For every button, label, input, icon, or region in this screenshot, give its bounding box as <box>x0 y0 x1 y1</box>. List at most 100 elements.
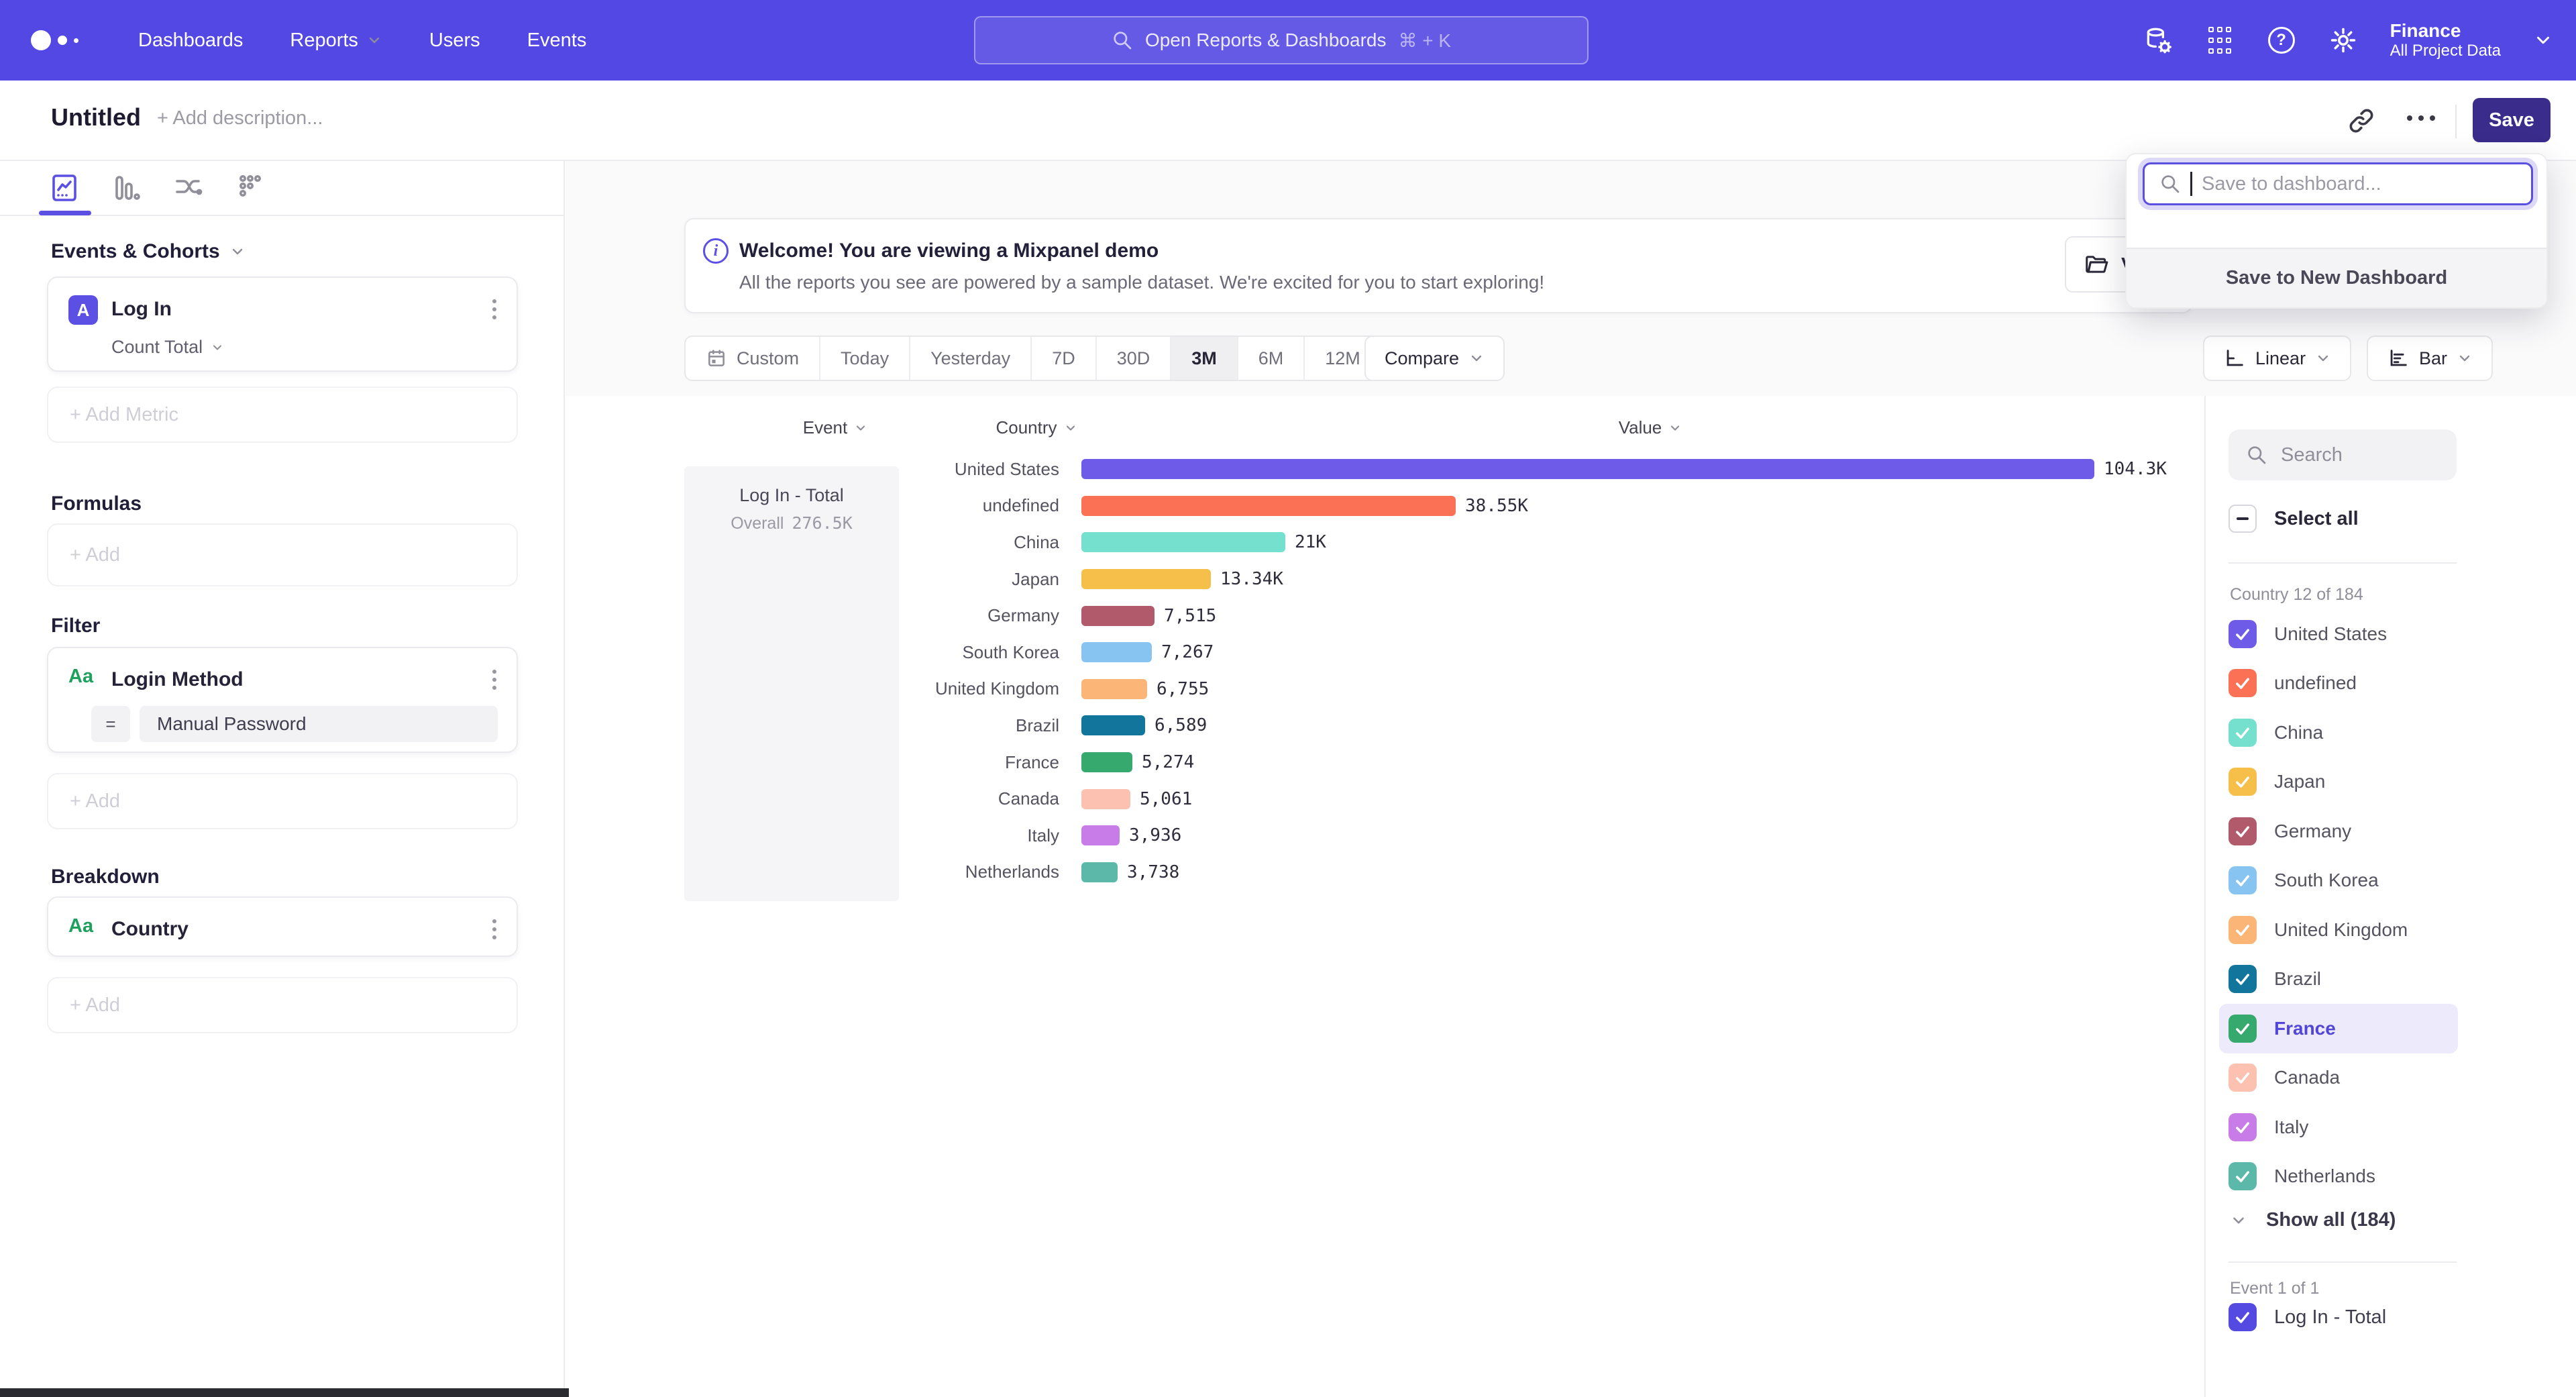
add-metric-button[interactable]: + Add Metric <box>47 386 518 443</box>
nav-item-users[interactable]: Users <box>429 30 480 52</box>
tab-insights[interactable] <box>48 172 80 204</box>
metric-aggregation[interactable]: Count Total <box>111 337 224 358</box>
kebab-menu-icon[interactable] <box>490 297 499 322</box>
help-icon[interactable]: ? <box>2267 25 2296 55</box>
add-formula-button[interactable]: + Add <box>47 523 518 586</box>
bar-segment[interactable] <box>1081 642 1152 662</box>
checked-checkbox[interactable] <box>2229 719 2257 747</box>
breakdown-card[interactable]: Aa Country <box>47 896 518 957</box>
checked-checkbox[interactable] <box>2229 620 2257 648</box>
save-dashboard-search-input[interactable]: Save to dashboard... <box>2143 162 2533 205</box>
range-3m[interactable]: 3M <box>1171 337 1238 380</box>
kebab-menu-icon[interactable] <box>490 917 499 942</box>
bar-category-label: Netherlands <box>899 862 1081 882</box>
global-search-button[interactable]: Open Reports & Dashboards ⌘ + K <box>974 16 1589 64</box>
metric-event-name[interactable]: Log In <box>111 298 172 321</box>
breakdown-property-name[interactable]: Country <box>111 918 189 941</box>
tab-funnels[interactable] <box>110 172 142 204</box>
range-custom[interactable]: Custom <box>686 337 820 380</box>
chevron-down-icon[interactable] <box>2533 30 2553 50</box>
add-description-field[interactable]: + Add description... <box>157 107 323 130</box>
filter-property-name[interactable]: Login Method <box>111 668 244 691</box>
settings-gear-icon[interactable] <box>2328 25 2358 55</box>
checked-checkbox[interactable] <box>2229 817 2257 845</box>
checked-checkbox[interactable] <box>2229 1113 2257 1141</box>
project-switcher[interactable]: Finance All Project Data <box>2390 19 2501 61</box>
range-30d[interactable]: 30D <box>1097 337 1172 380</box>
checked-checkbox[interactable] <box>2229 1303 2257 1331</box>
apps-grid-icon[interactable] <box>2205 25 2235 55</box>
event-filter-row[interactable]: Log In - Total <box>2229 1303 2386 1331</box>
country-filter-row[interactable]: Canada <box>2219 1053 2458 1103</box>
checked-checkbox[interactable] <box>2229 1064 2257 1092</box>
column-header-event[interactable]: Event <box>771 417 899 438</box>
checked-checkbox[interactable] <box>2229 866 2257 894</box>
country-filter-row[interactable]: Italy <box>2219 1102 2458 1152</box>
nav-item-events[interactable]: Events <box>527 30 587 52</box>
bar-segment[interactable] <box>1081 569 1211 589</box>
country-filter-row[interactable]: Germany <box>2219 807 2458 856</box>
bar-segment[interactable] <box>1081 532 1285 552</box>
show-all-button[interactable]: Show all (184) <box>2230 1209 2396 1231</box>
segment-search-input[interactable]: Search <box>2229 429 2457 480</box>
country-filter-row[interactable]: South Korea <box>2219 856 2458 906</box>
events-cohorts-header[interactable]: Events & Cohorts <box>51 240 246 263</box>
checked-checkbox[interactable] <box>2229 669 2257 697</box>
range-7d[interactable]: 7D <box>1032 337 1097 380</box>
country-filter-row[interactable]: France <box>2219 1004 2458 1053</box>
compare-button[interactable]: Compare <box>1364 335 1505 381</box>
scale-selector-button[interactable]: Linear <box>2203 335 2351 381</box>
kebab-menu-icon[interactable] <box>490 667 499 692</box>
country-filter-row[interactable]: Japan <box>2219 758 2458 807</box>
nav-item-reports[interactable]: Reports <box>290 30 382 52</box>
bar-segment[interactable] <box>1081 715 1145 735</box>
copy-link-icon[interactable] <box>2347 106 2376 136</box>
filter-value[interactable]: Manual Password <box>140 706 498 742</box>
tab-flows[interactable] <box>172 172 204 204</box>
report-title[interactable]: Untitled <box>51 103 141 132</box>
bar-segment[interactable] <box>1081 752 1132 772</box>
add-filter-button[interactable]: + Add <box>47 773 518 829</box>
range-today[interactable]: Today <box>820 337 910 380</box>
select-all-row[interactable]: Select all <box>2229 505 2359 533</box>
more-options-button[interactable] <box>2407 115 2435 121</box>
metric-card[interactable]: A Log In Count Total <box>47 276 518 372</box>
bar-segment[interactable] <box>1081 496 1456 516</box>
bar-segment[interactable] <box>1081 789 1130 809</box>
country-filter-row[interactable]: undefined <box>2219 659 2458 709</box>
bar-segment[interactable] <box>1081 679 1147 699</box>
country-filter-row[interactable]: China <box>2219 708 2458 758</box>
bar-segment[interactable] <box>1081 606 1155 626</box>
range-6m[interactable]: 6M <box>1238 337 1305 380</box>
column-header-country[interactable]: Country <box>973 417 1100 438</box>
checked-checkbox[interactable] <box>2229 916 2257 944</box>
save-to-new-dashboard-button[interactable]: Save to New Dashboard <box>2127 248 2546 307</box>
tab-retention[interactable] <box>233 172 266 204</box>
country-filter-row[interactable]: United States <box>2219 609 2458 659</box>
country-filter-row[interactable]: Brazil <box>2219 955 2458 1004</box>
range-yesterday[interactable]: Yesterday <box>910 337 1032 380</box>
event-series-panel[interactable]: Log In - Total Overall276.5K <box>684 466 899 901</box>
column-header-value[interactable]: Value <box>1583 417 1717 438</box>
indeterminate-checkbox[interactable] <box>2229 505 2257 533</box>
save-button[interactable]: Save <box>2473 98 2551 142</box>
filter-card[interactable]: Aa Login Method = Manual Password <box>47 647 518 753</box>
checked-checkbox[interactable] <box>2229 768 2257 796</box>
nav-item-dashboards[interactable]: Dashboards <box>138 30 243 52</box>
bar-segment[interactable] <box>1081 825 1120 845</box>
mixpanel-logo-icon[interactable] <box>31 30 105 50</box>
filter-operator[interactable]: = <box>91 706 130 742</box>
country-filter-row[interactable]: Netherlands <box>2219 1152 2458 1202</box>
bar-segment[interactable] <box>1081 459 2094 479</box>
bar-row: Germany7,515 <box>899 597 2214 634</box>
checked-checkbox[interactable] <box>2229 1162 2257 1190</box>
select-all-label: Select all <box>2274 508 2359 530</box>
country-filter-row[interactable]: United Kingdom <box>2219 905 2458 955</box>
add-breakdown-button[interactable]: + Add <box>47 977 518 1033</box>
check-icon <box>2233 674 2252 692</box>
bar-segment[interactable] <box>1081 862 1118 882</box>
checked-checkbox[interactable] <box>2229 1015 2257 1043</box>
checked-checkbox[interactable] <box>2229 965 2257 993</box>
chart-type-button[interactable]: Bar <box>2367 335 2493 381</box>
data-management-icon[interactable] <box>2143 25 2173 55</box>
